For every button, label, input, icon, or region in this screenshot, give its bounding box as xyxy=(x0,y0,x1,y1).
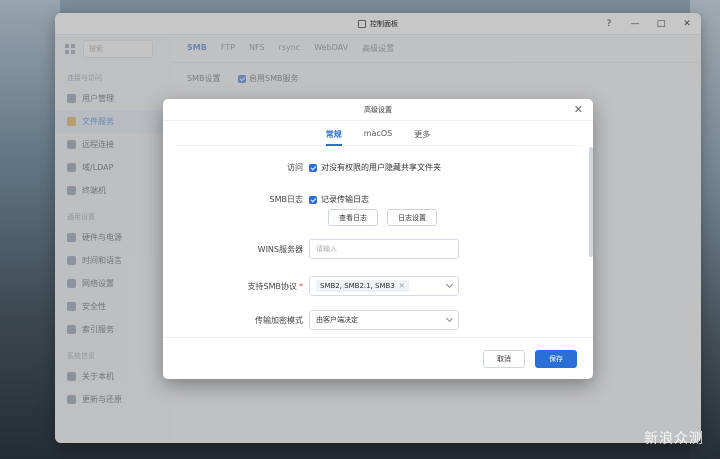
chevron-down-icon xyxy=(445,280,454,289)
wins-input[interactable]: 请输入 xyxy=(309,239,459,259)
hide-shares-checkbox[interactable] xyxy=(309,163,317,172)
required-marker: * xyxy=(299,281,303,291)
tab-more[interactable]: 更多 xyxy=(414,129,430,145)
tab-macos[interactable]: macOS xyxy=(364,129,392,145)
log-settings-button[interactable]: 日志设置 xyxy=(387,209,437,226)
view-log-button[interactable]: 查看日志 xyxy=(328,209,378,226)
dialog-footer: 取消 保存 xyxy=(163,337,593,379)
encryption-label: 传输加密模式 xyxy=(255,315,303,325)
log-buttons-row: 查看日志 日志设置 xyxy=(163,209,593,226)
wins-row: WINS服务器 请输入 xyxy=(163,239,593,259)
protocol-row: 支持SMB协议 * SMB2, SMB2.1, SMB3 ✕ xyxy=(163,276,593,296)
advanced-settings-dialog: 高级设置 ✕ 常规 macOS 更多 访问 对没有权限的用户隐藏共享文件夹 SM… xyxy=(163,99,593,379)
save-button[interactable]: 保存 xyxy=(535,349,577,368)
encryption-row: 传输加密模式 由客户端决定 xyxy=(163,310,593,330)
protocol-tag: SMB2, SMB2.1, SMB3 ✕ xyxy=(316,280,409,292)
chevron-down-icon xyxy=(445,314,454,323)
close-icon[interactable]: ✕ xyxy=(574,103,583,116)
watermark-logo: 新浪众测 xyxy=(644,431,704,447)
access-row: 访问 对没有权限的用户隐藏共享文件夹 xyxy=(163,162,593,173)
tab-general[interactable]: 常规 xyxy=(325,129,342,146)
dialog-header: 高级设置 ✕ xyxy=(163,99,593,121)
dialog-tabs: 常规 macOS 更多 xyxy=(177,121,579,146)
dialog-title: 高级设置 xyxy=(364,105,392,114)
smb-log-label: SMB日志 xyxy=(269,195,303,204)
protocol-select[interactable]: SMB2, SMB2.1, SMB3 ✕ xyxy=(309,276,459,296)
smb-log-row: SMB日志 记录传输日志 xyxy=(163,194,593,205)
transfer-log-label: 记录传输日志 xyxy=(321,195,369,204)
remove-tag-icon[interactable]: ✕ xyxy=(399,282,405,290)
protocol-label: 支持SMB协议 * xyxy=(247,281,303,291)
transfer-log-checkbox[interactable] xyxy=(309,195,317,204)
wins-label: WINS服务器 xyxy=(257,244,303,254)
encryption-select[interactable]: 由客户端决定 xyxy=(309,310,459,330)
cancel-button[interactable]: 取消 xyxy=(483,349,525,368)
hide-shares-label: 对没有权限的用户隐藏共享文件夹 xyxy=(321,163,441,172)
access-label: 访问 xyxy=(287,163,303,172)
